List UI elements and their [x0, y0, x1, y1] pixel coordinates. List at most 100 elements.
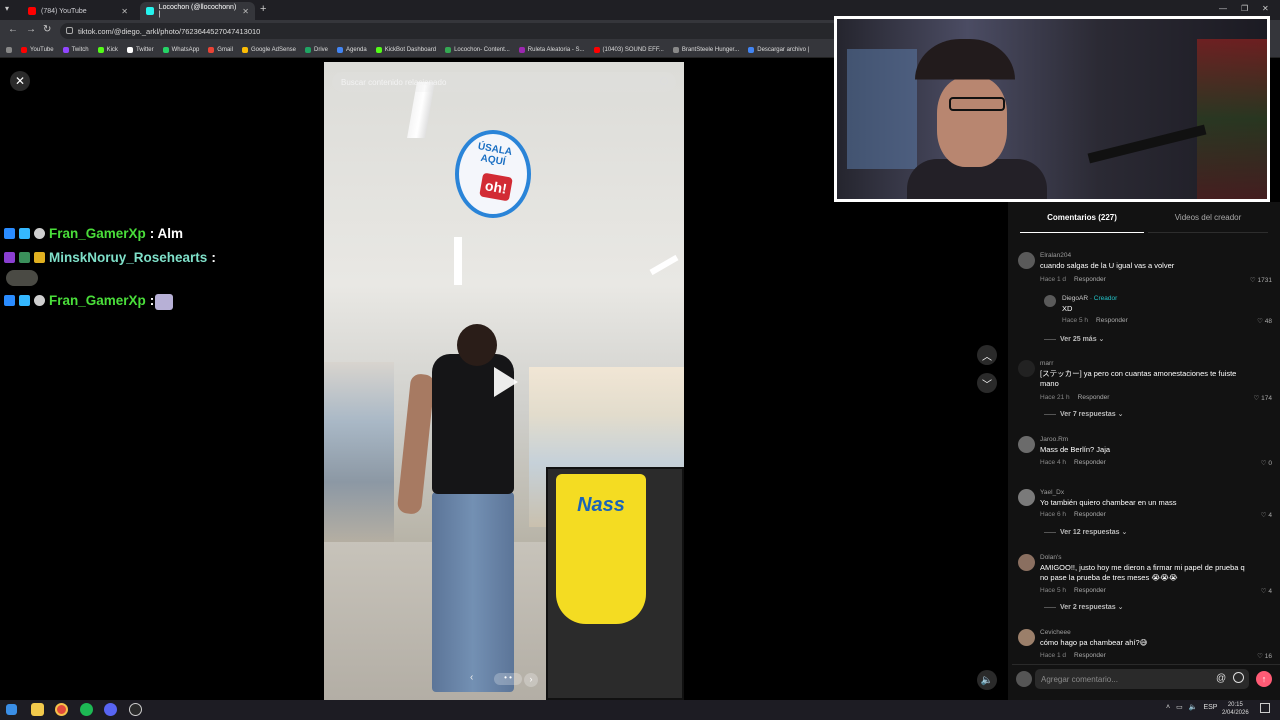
avatar[interactable] — [1044, 295, 1056, 307]
language-indicator[interactable]: ESP — [1203, 704, 1217, 711]
back-icon[interactable]: ← — [8, 24, 18, 35]
globe-icon — [672, 46, 679, 53]
view-more-replies[interactable]: Ver 25 más ⌄ — [1044, 335, 1104, 343]
comment-username[interactable]: Cevicheee — [1040, 629, 1071, 636]
reply-button[interactable]: Responder — [1074, 459, 1106, 466]
like-count[interactable]: ♡ 48 — [1257, 317, 1272, 325]
close-viewer-button[interactable]: ✕ — [10, 71, 30, 91]
close-window-icon[interactable]: ✕ — [1262, 4, 1269, 13]
tab-comments[interactable]: Comentarios (227) — [1020, 213, 1144, 233]
previous-post-button[interactable]: ︿ — [977, 345, 997, 365]
play-icon[interactable] — [494, 367, 518, 397]
bookmark-youtube[interactable]: YouTube — [21, 46, 54, 53]
comment-username[interactable]: marr — [1040, 360, 1053, 367]
avatar[interactable] — [1018, 489, 1035, 506]
windows-start-icon[interactable] — [6, 704, 17, 715]
comment-text: cuando salgas de la U igual vas a volver — [1040, 261, 1175, 270]
reload-icon[interactable]: ↻ — [43, 24, 51, 35]
volume-icon[interactable]: 🔈 — [1189, 703, 1198, 711]
chevron-right-icon[interactable]: › — [524, 673, 538, 687]
avatar[interactable] — [1018, 436, 1035, 453]
bookmark-sound-effects[interactable]: (10403) SOUND EFF... — [593, 46, 664, 53]
like-count[interactable]: ♡ 4 — [1261, 511, 1272, 519]
search-icon[interactable] — [660, 77, 668, 85]
apps-icon[interactable] — [6, 46, 12, 53]
tab-tiktok[interactable]: Locochon (@llocochonn) | ✕ — [140, 2, 255, 20]
like-count[interactable]: ♡ 0 — [1261, 459, 1272, 467]
bookmark-brantsteele[interactable]: BrantSteele Hunger... — [672, 46, 739, 53]
reply-button[interactable]: Responder — [1096, 317, 1128, 324]
comment-username[interactable]: Elralan204 — [1040, 252, 1071, 259]
bookmark-twitch[interactable]: Twitch — [62, 46, 89, 53]
reply-button[interactable]: Responder — [1078, 394, 1110, 401]
mention-icon[interactable]: @ — [1216, 673, 1226, 684]
volume-button[interactable]: 🔈 — [977, 670, 997, 690]
like-count[interactable]: ♡ 4 — [1261, 587, 1272, 595]
clock[interactable]: 20:15 2/04/2026 — [1222, 701, 1249, 717]
bookmark-drive[interactable]: Drive — [305, 46, 328, 53]
bookmark-content[interactable]: Locochon- Content... — [445, 46, 510, 53]
close-tab-icon[interactable]: ✕ — [121, 7, 128, 16]
bookmark-kickbot[interactable]: KickBot Dashboard — [375, 46, 436, 53]
reply-button[interactable]: Responder — [1074, 587, 1106, 594]
bookmark-agenda[interactable]: Agenda — [337, 46, 367, 53]
emote-image — [155, 294, 173, 310]
file-explorer-icon[interactable] — [31, 703, 44, 716]
maximize-icon[interactable]: ❐ — [1241, 4, 1248, 13]
notification-icon[interactable] — [1260, 703, 1270, 713]
avatar[interactable] — [1018, 629, 1035, 646]
avatar[interactable] — [1018, 360, 1035, 377]
chat-message: Fran_GamerXp : Alm — [4, 226, 183, 241]
bookmark-kick[interactable]: Kick — [97, 46, 118, 53]
comment-item: Cevicheee cómo hago pa chambear ahí?😅 Ha… — [1018, 629, 1274, 663]
site-info-icon[interactable] — [66, 27, 73, 34]
bookmark-whatsapp[interactable]: WhatsApp — [162, 46, 199, 53]
reply-button[interactable]: Responder — [1074, 511, 1106, 518]
next-post-button[interactable]: ﹀ — [977, 373, 997, 393]
tab-search-icon[interactable]: ▾ — [5, 4, 9, 13]
like-count[interactable]: ♡ 16 — [1257, 652, 1272, 660]
emoji-icon[interactable] — [1233, 672, 1244, 683]
bookmark-twitter[interactable]: Twitter — [126, 46, 154, 53]
bookmark-gmail[interactable]: Gmail — [208, 46, 233, 53]
comment-username[interactable]: Yael_Dx — [1040, 489, 1064, 496]
tab-creator-videos[interactable]: Videos del creador — [1148, 213, 1268, 233]
avatar[interactable] — [1018, 252, 1035, 269]
photo-pagination: • • — [494, 673, 522, 685]
view-more-replies[interactable]: Ver 7 respuestas ⌄ — [1044, 410, 1123, 418]
spotify-icon[interactable] — [80, 703, 93, 716]
reply-button[interactable]: Responder — [1074, 652, 1106, 659]
comment-username[interactable]: DiegoAR · Creador — [1062, 295, 1117, 302]
avatar[interactable] — [1018, 554, 1035, 571]
tab-youtube[interactable]: (784) YouTube ✕ — [22, 2, 134, 20]
chrome-icon[interactable] — [55, 703, 68, 716]
send-comment-button[interactable]: ↑ — [1256, 671, 1272, 687]
close-tab-icon[interactable]: ✕ — [242, 7, 249, 16]
bookmark-descargar[interactable]: Descargar archivo | — [748, 46, 809, 53]
new-tab-button[interactable]: + — [260, 3, 266, 15]
chevron-up-icon[interactable]: ˄ — [1166, 704, 1170, 711]
kick-icon — [97, 46, 104, 53]
bookmark-adsense[interactable]: Google AdSense — [241, 46, 296, 53]
view-more-replies[interactable]: Ver 12 respuestas ⌄ — [1044, 528, 1127, 536]
reply-button[interactable]: Responder — [1074, 276, 1106, 283]
comment-username[interactable]: Jaroo.Rm — [1040, 436, 1068, 443]
forward-icon[interactable]: → — [26, 24, 36, 35]
network-icon[interactable]: ▭ — [1176, 703, 1183, 711]
view-more-replies[interactable]: Ver 2 respuestas ⌄ — [1044, 603, 1123, 611]
like-count[interactable]: ♡ 174 — [1254, 394, 1273, 402]
obs-icon[interactable] — [129, 703, 142, 716]
comment-text: Yo también quiero chambear en un mass — [1040, 498, 1177, 507]
comment-text: Mass de Berlín? Jaja — [1040, 445, 1111, 454]
bookmark-ruleta[interactable]: Ruleta Aleatoria - S... — [518, 46, 585, 53]
related-search-input[interactable]: Buscar contenido relacionado — [332, 72, 676, 92]
comment-username[interactable]: Dolan's — [1040, 554, 1061, 561]
like-count[interactable]: ♡ 1731 — [1250, 276, 1272, 284]
discord-icon[interactable] — [104, 703, 117, 716]
photo-viewer[interactable]: ÚSALA AQUÍ oh! Nass Buscar contenido rel… — [324, 62, 684, 700]
comment-meta: Hace 1 d Responder — [1040, 652, 1106, 659]
url-input[interactable]: tiktok.com/@diego._arkl/photo/7623644527… — [60, 23, 840, 39]
chevron-left-icon[interactable]: ‹ — [470, 672, 473, 683]
chevron-down-icon: ﹀ — [982, 379, 992, 391]
minimize-icon[interactable]: — — [1219, 4, 1227, 13]
